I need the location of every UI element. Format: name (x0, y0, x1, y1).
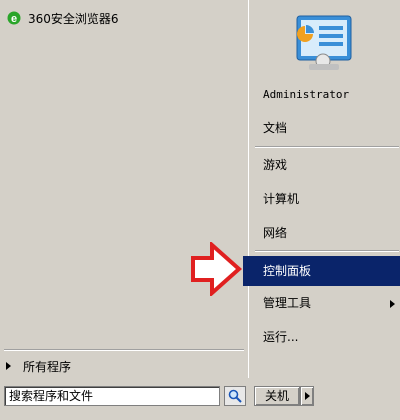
magnifier-icon (228, 389, 242, 403)
start-menu-programs-panel: e 360安全浏览器6 所有程序 (0, 0, 247, 378)
search-input-text: 搜索程序和文件 (9, 389, 94, 403)
pinned-program-label: 360安全浏览器6 (28, 11, 119, 26)
all-programs-label: 所有程序 (23, 359, 72, 374)
shutdown-label: 关机 (264, 389, 289, 403)
start-menu-places-panel: Administrator 文档 游戏 计算机 网络 控制面板 管理工具 运行.… (243, 0, 400, 378)
places-separator (255, 250, 399, 252)
control-panel-label: 控制面板 (263, 264, 312, 278)
start-menu-bottom-bar: 搜索程序和文件 关机 (0, 380, 400, 420)
programs-separator (4, 349, 244, 351)
user-picture-icon[interactable] (295, 14, 353, 72)
submenu-arrow-icon (390, 300, 395, 308)
places-separator (255, 146, 399, 148)
red-callout-arrow-icon (191, 242, 242, 296)
menu-item-computer[interactable]: 计算机 (263, 188, 299, 210)
svg-text:e: e (11, 13, 17, 25)
menu-item-documents[interactable]: 文档 (263, 117, 287, 139)
search-button[interactable] (224, 386, 246, 406)
shutdown-options-arrow-icon (304, 392, 310, 400)
ie-browser-icon: e (6, 10, 22, 26)
expand-arrow-icon (6, 362, 11, 370)
menu-item-control-panel[interactable]: 控制面板 (243, 256, 400, 286)
menu-item-network[interactable]: 网络 (263, 222, 287, 244)
shutdown-button[interactable]: 关机 (254, 386, 300, 406)
menu-item-run[interactable]: 运行... (263, 326, 298, 348)
menu-item-games[interactable]: 游戏 (263, 154, 287, 176)
user-name[interactable]: Administrator (263, 84, 349, 106)
all-programs-button[interactable]: 所有程序 (6, 356, 71, 376)
menu-item-admin-tools[interactable]: 管理工具 (263, 292, 311, 314)
pinned-program-360-browser[interactable]: e 360安全浏览器6 (6, 8, 119, 28)
search-input[interactable]: 搜索程序和文件 (4, 386, 220, 406)
shutdown-options-button[interactable] (300, 386, 314, 406)
